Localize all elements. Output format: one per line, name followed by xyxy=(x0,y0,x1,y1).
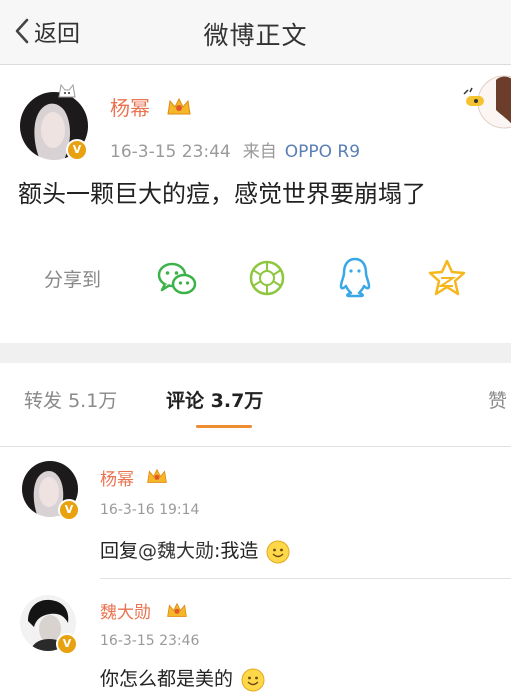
cartoon-sticker-icon xyxy=(463,75,511,129)
comment-text: 回复@魏大勋:我造 xyxy=(100,536,290,564)
top-nav-bar: 返回 微博正文 xyxy=(0,0,511,65)
section-divider xyxy=(0,343,511,363)
tab-comment[interactable]: 评论 3.7万 xyxy=(166,386,263,413)
wechat-icon[interactable] xyxy=(156,258,198,298)
share-label: 分享到 xyxy=(44,269,102,291)
comment-text: 你怎么都是美的 xyxy=(100,664,265,692)
post-timestamp: 16-3-15 23:44 xyxy=(110,142,231,162)
comment-author-name[interactable]: 杨幂 xyxy=(100,465,134,490)
post-device-link[interactable]: OPPO R9 xyxy=(285,142,360,162)
verified-badge-icon: V xyxy=(66,139,88,161)
page-title: 微博正文 xyxy=(203,21,308,50)
tab-repost[interactable]: 转发 5.1万 xyxy=(24,386,117,413)
post-meta: 16-3-15 23:44 来自 OPPO R9 xyxy=(110,137,360,162)
kitten-sticker-icon xyxy=(58,83,76,98)
comment-reply-body: :我造 xyxy=(214,540,259,562)
active-tab-indicator xyxy=(196,425,252,428)
vip-crown-icon xyxy=(167,602,187,617)
verified-badge-icon: V xyxy=(56,633,78,655)
smiley-emoji-icon xyxy=(266,540,290,563)
tab-repost-label: 转发 xyxy=(24,390,63,412)
comment-author-name[interactable]: 魏大勋 xyxy=(100,598,151,623)
post-source-prefix: 来自 xyxy=(242,142,277,162)
tab-comment-count: 3.7万 xyxy=(210,390,264,412)
vip-crown-icon xyxy=(147,468,167,483)
comment-separator xyxy=(100,578,511,579)
moments-icon[interactable] xyxy=(247,258,287,298)
comment-reply-prefix: 回复 xyxy=(100,540,139,562)
post-text: 额头一颗巨大的痘，感觉世界要崩塌了 xyxy=(18,180,426,208)
tabs-separator xyxy=(0,446,511,447)
verified-badge-icon: V xyxy=(58,499,80,521)
comment-time: 16-3-15 23:46 xyxy=(100,633,200,649)
qzone-icon[interactable] xyxy=(427,258,467,298)
vip-crown-icon xyxy=(167,97,191,115)
tab-repost-count: 5.1万 xyxy=(68,390,118,412)
post-author-name[interactable]: 杨幂 xyxy=(110,92,150,121)
comment-body: 你怎么都是美的 xyxy=(100,668,234,690)
comment-time: 16-3-16 19:14 xyxy=(100,502,200,518)
tab-comment-label: 评论 xyxy=(166,390,205,412)
qq-icon[interactable] xyxy=(337,256,373,298)
tab-like[interactable]: 赞 xyxy=(488,386,507,413)
mention-link[interactable]: @魏大勋 xyxy=(138,540,214,562)
smiley-emoji-icon xyxy=(241,668,265,691)
